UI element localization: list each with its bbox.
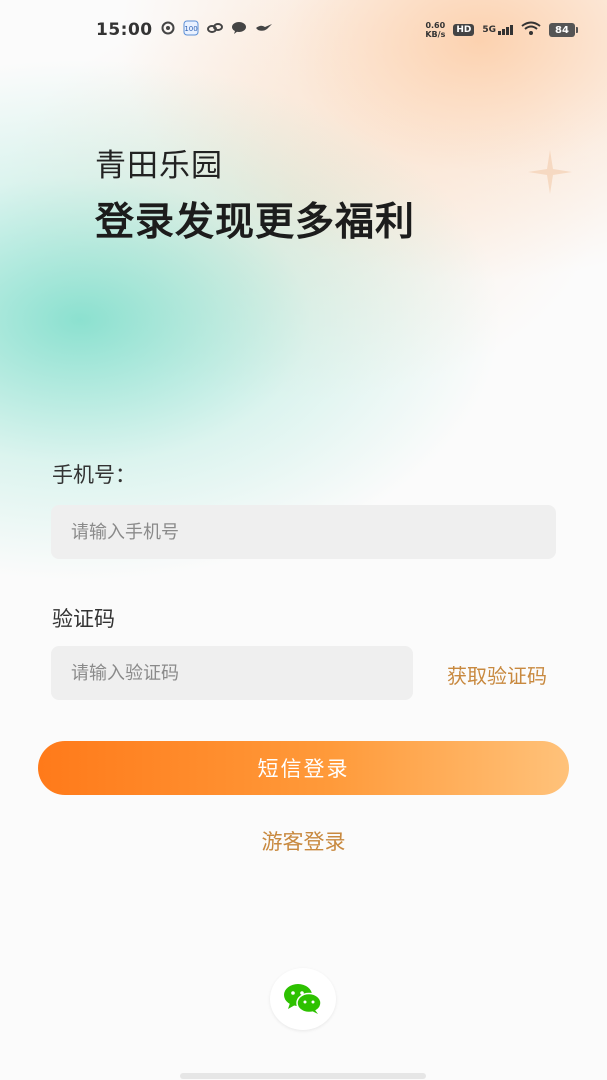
status-time: 15:00 (96, 20, 153, 40)
cellular-signal-icon: 5G (482, 25, 513, 35)
headline-block: 青田乐园 登录发现更多福利 (95, 140, 415, 247)
link-icon (206, 21, 223, 39)
net-speed: 0.60 KB/s (425, 21, 445, 39)
code-input-box[interactable] (51, 646, 413, 700)
chat-bubble-icon (231, 21, 247, 39)
sms-login-button[interactable]: 短信登录 (38, 741, 569, 795)
sparkle-decoration (528, 150, 572, 194)
status-bar-right: 0.60 KB/s HD 5G 84 (425, 21, 578, 39)
code-input[interactable] (69, 661, 413, 685)
bird-icon (255, 22, 273, 38)
hd-badge: HD (453, 24, 475, 36)
guest-login-link[interactable]: 游客登录 (0, 826, 607, 856)
phone-input[interactable] (69, 520, 556, 544)
code-label: 验证码 (52, 607, 115, 631)
get-code-button[interactable]: 获取验证码 (447, 660, 547, 689)
net-speed-value: 0.60 (425, 21, 446, 30)
svg-text:100: 100 (184, 25, 197, 33)
battery-icon: 84 (549, 23, 578, 37)
status-bar: 15:00 100 0.60 KB/s HD 5G 84 (0, 14, 607, 46)
network-type: 5G (482, 25, 496, 35)
status-bar-left: 15:00 100 (96, 20, 273, 40)
qq-icon (161, 21, 175, 39)
net-speed-unit: KB/s (425, 30, 446, 39)
page-title: 登录发现更多福利 (95, 200, 416, 245)
home-indicator (180, 1073, 426, 1079)
wifi-icon (521, 21, 541, 39)
wechat-icon (284, 984, 322, 1014)
wechat-login-button[interactable] (270, 968, 336, 1030)
phone-label: 手机号： (52, 463, 136, 487)
app-100-icon: 100 (183, 20, 199, 40)
app-name: 青田乐园 (95, 148, 223, 184)
phone-input-box[interactable] (51, 505, 556, 559)
